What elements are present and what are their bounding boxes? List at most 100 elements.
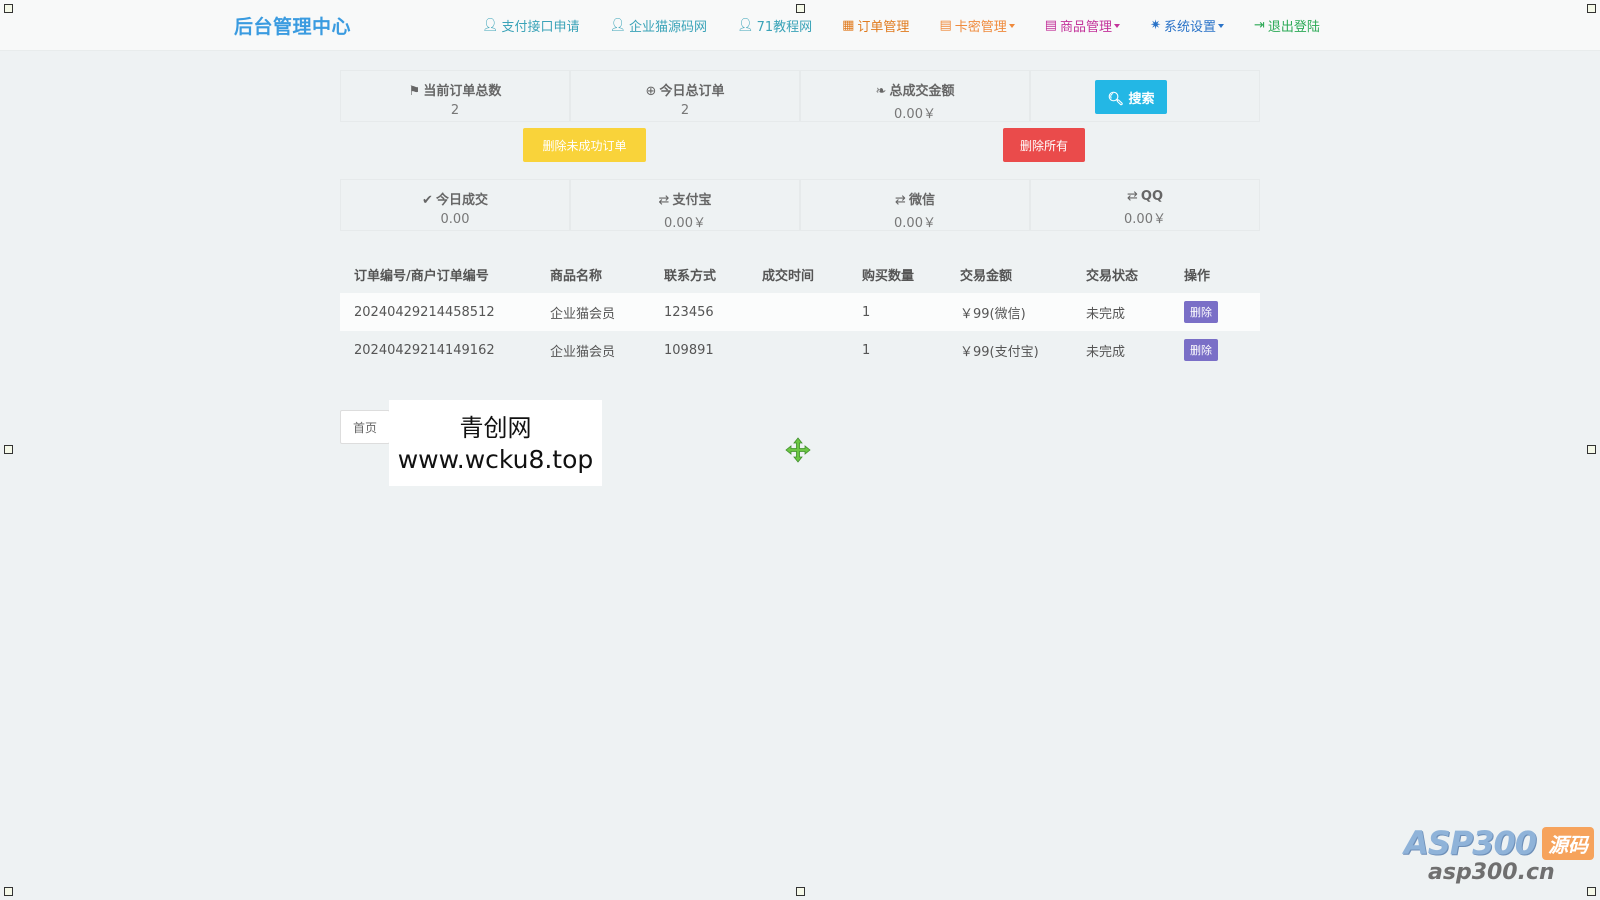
resize-handle[interactable] xyxy=(1587,445,1596,454)
main-nav: 👤︎ 支付接口申请 👤︎ 企业猫源码网 👤︎ 71教程网 ▦ 订单管理 ▤ 卡密管理 ▤ 商品管理 ✷ 系… xyxy=(482,16,1350,35)
stats-row-bottom: ✔ 今日成交 0.00 ⇄ 支付宝 0.00￥ ⇄ 微信 0.00￥ ⇄ QQ 0.00… xyxy=(340,179,1260,231)
app-title[interactable]: 后台管理中心 xyxy=(234,12,351,39)
stat-label: QQ xyxy=(1140,189,1163,204)
site-logo: ASP300 源码 asp300.cn xyxy=(1404,824,1595,885)
stat-value: 0.00￥ xyxy=(894,216,936,231)
user-icon: 👤︎ xyxy=(609,18,627,33)
order-no: 20240429214149162 xyxy=(354,342,495,358)
status: 未完成 xyxy=(1086,344,1126,360)
resize-handle[interactable] xyxy=(796,887,805,896)
retweet-icon: ⇄ xyxy=(895,193,906,208)
delete-button[interactable]: 删除 xyxy=(1184,339,1218,361)
column-header: 商品名称 xyxy=(550,268,603,284)
table-header-row: 订单编号/商户订单编号 商品名称 联系方式 成交时间 购买数量 交易金额 交易状… xyxy=(340,255,1260,293)
user-icon: 👤︎ xyxy=(737,18,754,33)
resize-handle[interactable] xyxy=(1587,4,1596,13)
stat-label: 总成交金额 xyxy=(889,84,955,99)
resize-handle[interactable] xyxy=(796,4,805,13)
action-button-row: 删除未成功订单 删除所有 xyxy=(340,122,1260,179)
resize-handle[interactable] xyxy=(4,4,13,13)
stat-value: 0.00￥ xyxy=(664,216,706,231)
product-name: 企业猫会员 xyxy=(536,293,650,331)
stat-wechat: ⇄ 微信 0.00￥ xyxy=(800,179,1030,231)
search-icon: 🔍︎ xyxy=(1107,91,1124,107)
product-name: 企业猫会员 xyxy=(550,344,616,360)
deal-time xyxy=(748,331,848,369)
nav-item[interactable]: 👤︎ 企业猫源码网 xyxy=(610,16,708,35)
stat-today-orders: ⊕ 今日总订单 2 xyxy=(570,70,800,122)
stat-today-deals: ✔ 今日成交 0.00 xyxy=(340,179,570,231)
nav-item[interactable]: ✷ 系统设置 xyxy=(1150,16,1224,35)
delete-failed-orders-button[interactable]: 删除未成功订单 xyxy=(523,128,646,162)
stats-panel: ⚑ 当前订单总数 2 ⊕ 今日总订单 2 ❧ 总成交金额 0.00￥ 🔍︎ 搜索 删除… xyxy=(340,70,1260,231)
search-button[interactable]: 🔍︎ 搜索 xyxy=(1095,80,1167,114)
stat-label: 微信 xyxy=(908,193,935,208)
column-header: 成交时间 xyxy=(762,268,815,284)
resize-handle[interactable] xyxy=(1587,887,1596,896)
stat-value: 0.00 xyxy=(440,212,470,227)
leaf-icon: ❧ xyxy=(875,84,887,99)
caret-down-icon xyxy=(1114,23,1121,28)
gear-icon: ✷ xyxy=(1150,18,1161,33)
stat-value: 2 xyxy=(450,103,460,118)
nav-item-label: 支付接口申请 xyxy=(501,20,580,35)
nav-item-label: 系统设置 xyxy=(1163,20,1216,35)
nav-item-label: 退出登陆 xyxy=(1267,20,1320,35)
stat-label: 当前订单总数 xyxy=(423,84,502,99)
column-header: 交易状态 xyxy=(1086,268,1139,284)
user-icon: 👤︎ xyxy=(482,18,499,33)
action-cell: 删除 xyxy=(1170,293,1260,331)
stat-total-orders: ⚑ 当前订单总数 2 xyxy=(340,70,570,122)
check-icon: ✔ xyxy=(422,193,433,208)
nav-item[interactable]: ⇥ 退出登陆 xyxy=(1254,16,1320,35)
logo-tag: 源码 xyxy=(1542,826,1595,860)
column-header: 交易金额 xyxy=(960,268,1013,284)
book-icon: ▤ xyxy=(939,18,952,33)
nav-item-label: 卡密管理 xyxy=(954,20,1007,35)
nav-item[interactable]: 👤︎ 支付接口申请 xyxy=(482,16,580,35)
stat-total-amount: ❧ 总成交金额 0.00￥ xyxy=(800,70,1030,122)
column-header: 购买数量 xyxy=(862,268,915,284)
caret-down-icon xyxy=(1217,23,1224,28)
delete-all-button[interactable]: 删除所有 xyxy=(1003,128,1085,162)
logo-url: asp300.cn xyxy=(1428,860,1555,885)
stat-label: 今日总订单 xyxy=(659,84,725,99)
contact: 109891 xyxy=(664,342,714,358)
amount: ￥99(支付宝) xyxy=(960,344,1039,360)
nav-item-label: 企业猫源码网 xyxy=(629,20,708,35)
resize-handle[interactable] xyxy=(4,445,13,454)
sign-out-icon: ⇥ xyxy=(1253,18,1265,33)
nav-item[interactable]: 👤︎ 71教程网 xyxy=(737,16,812,35)
table-row: 20240429214149162 企业猫会员 109891 1 ￥99(支付宝… xyxy=(340,331,1260,369)
quantity: 1 xyxy=(862,342,871,358)
flag-icon: ⚑ xyxy=(408,84,421,99)
watermark-line2: www.wcku8.top xyxy=(397,445,594,474)
retweet-icon: ⇄ xyxy=(658,193,670,208)
move-icon[interactable] xyxy=(785,437,811,463)
order-no: 20240429214458512 xyxy=(340,293,536,331)
pager-first-page[interactable]: 首页 xyxy=(340,410,390,444)
deal-time xyxy=(748,293,848,331)
delete-button[interactable]: 删除 xyxy=(1184,301,1218,323)
table-row: 20240429214458512 企业猫会员 123456 1 ￥99(微信)… xyxy=(340,293,1260,331)
resize-handle[interactable] xyxy=(4,887,13,896)
stat-label: 今日成交 xyxy=(435,193,488,208)
search-cell: 🔍︎ 搜索 xyxy=(1030,70,1260,122)
caret-down-icon xyxy=(1008,23,1015,28)
watermark-line1: 青创网 xyxy=(459,414,532,442)
nav-item[interactable]: ▤ 商品管理 xyxy=(1045,16,1121,35)
plus-circle-icon: ⊕ xyxy=(645,84,657,99)
retweet-icon: ⇄ xyxy=(1126,189,1138,204)
watermark-overlay: 青创网 www.wcku8.top xyxy=(389,400,602,486)
action-cell: 删除 xyxy=(1170,331,1260,369)
nav-item[interactable]: ▤ 卡密管理 xyxy=(939,16,1015,35)
orders-table: 订单编号/商户订单编号 商品名称 联系方式 成交时间 购买数量 交易金额 交易状… xyxy=(340,255,1260,369)
contact: 123456 xyxy=(650,293,748,331)
amount: ￥99(微信) xyxy=(946,293,1072,331)
nav-item[interactable]: ▦ 订单管理 xyxy=(842,16,909,35)
stat-label: 支付宝 xyxy=(672,193,712,208)
nav-item-label: 订单管理 xyxy=(857,20,910,35)
stat-value: 0.00￥ xyxy=(894,107,936,122)
stat-qq: ⇄ QQ 0.00￥ xyxy=(1030,179,1260,231)
column-header: 操作 xyxy=(1184,268,1211,284)
